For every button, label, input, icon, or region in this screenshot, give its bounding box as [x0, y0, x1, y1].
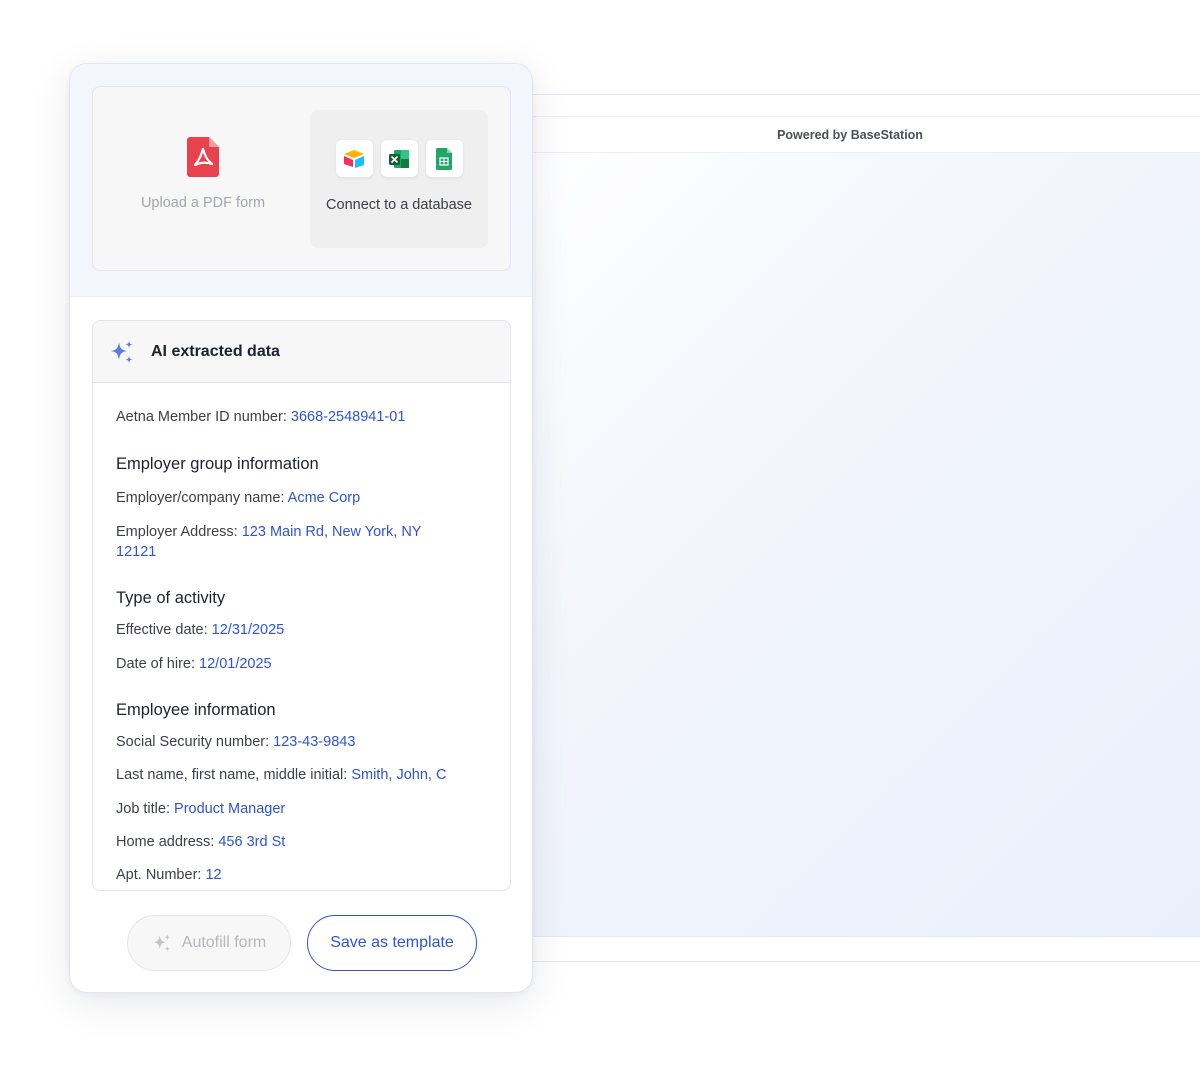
apt-number-label: Apt. Number: [116, 867, 202, 883]
job-title-label: Job title: [116, 801, 170, 817]
source-selector-area: Upload a PDF form Connect to a database [70, 64, 532, 297]
ssn-label: Social Security number: [116, 734, 270, 750]
excel-icon [380, 140, 418, 177]
apt-number-field: Apt. Number: 12 [116, 865, 446, 885]
job-title-field: Job title: Product Manager [116, 799, 446, 819]
effective-date-field: Effective date: 12/31/2025 [116, 620, 446, 640]
employer-address-label: Employer Address: [116, 524, 238, 540]
preview-canvas [501, 153, 1200, 937]
employer-name-label: Employer/company name: [116, 490, 285, 506]
apt-number-value: 12 [205, 867, 222, 883]
form-preview-window: Powered by BaseStation [500, 94, 1200, 962]
autofill-form-button[interactable]: Autofill form [127, 915, 291, 971]
effective-date-value: 12/31/2025 [211, 622, 285, 638]
source-options: Upload a PDF form Connect to a database [92, 86, 511, 271]
home-address-label: Home address: [116, 834, 215, 850]
home-address-field: Home address: 456 3rd St [116, 832, 446, 852]
activity-section-title: Type of activity [116, 589, 226, 607]
airtable-icon [335, 140, 373, 177]
sparkle-icon [111, 340, 133, 363]
ssn-field: Social Security number: 123-43-9843 [116, 732, 446, 752]
member-id-value: 3668-2548941-01 [290, 409, 406, 425]
upload-pdf-option[interactable]: Upload a PDF form [93, 87, 313, 272]
google-sheets-icon [425, 140, 463, 177]
ai-panel-title: AI extracted data [151, 342, 280, 360]
full-name-value: Smith, John, C [351, 767, 447, 783]
hire-date-label: Date of hire: [116, 656, 195, 672]
save-as-template-button[interactable]: Save as template [307, 915, 477, 971]
database-icons [335, 140, 463, 177]
effective-date-label: Effective date: [116, 622, 208, 638]
connect-database-label: Connect to a database [326, 197, 472, 213]
full-name-field: Last name, first name, middle initial: S… [116, 765, 476, 785]
job-title-value: Product Manager [174, 801, 286, 817]
autofill-form-label: Autofill form [181, 934, 267, 951]
employee-section-title: Employee information [116, 701, 276, 719]
pdf-file-icon [187, 137, 219, 177]
form-assistant-card: Upload a PDF form Connect to a database … [69, 63, 533, 993]
member-id-label: Aetna Member ID number: [116, 409, 287, 425]
sparkle-icon [153, 934, 170, 952]
powered-by-label: Powered by BaseStation [777, 127, 923, 142]
full-name-label: Last name, first name, middle initial: [116, 767, 348, 783]
connect-database-option[interactable]: Connect to a database [310, 110, 488, 248]
employer-address-field: Employer Address: 123 Main Rd, New York,… [116, 522, 436, 562]
save-as-template-label: Save as template [330, 934, 454, 951]
member-id-field: Aetna Member ID number: 3668-2548941-01 [116, 407, 446, 427]
employer-section-title: Employer group information [116, 455, 319, 473]
ai-extracted-panel[interactable]: AI extracted data Aetna Member ID number… [92, 320, 511, 891]
employer-name-value: Acme Corp [287, 490, 361, 506]
employer-name-field: Employer/company name: Acme Corp [116, 488, 446, 508]
ssn-value: 123-43-9843 [273, 734, 356, 750]
ai-panel-header: AI extracted data [93, 321, 510, 383]
home-address-value: 456 3rd St [218, 834, 286, 850]
hire-date-value: 12/01/2025 [199, 656, 272, 672]
hire-date-field: Date of hire: 12/01/2025 [116, 654, 446, 674]
upload-pdf-label: Upload a PDF form [140, 195, 266, 211]
preview-header: Powered by BaseStation [501, 116, 1200, 153]
